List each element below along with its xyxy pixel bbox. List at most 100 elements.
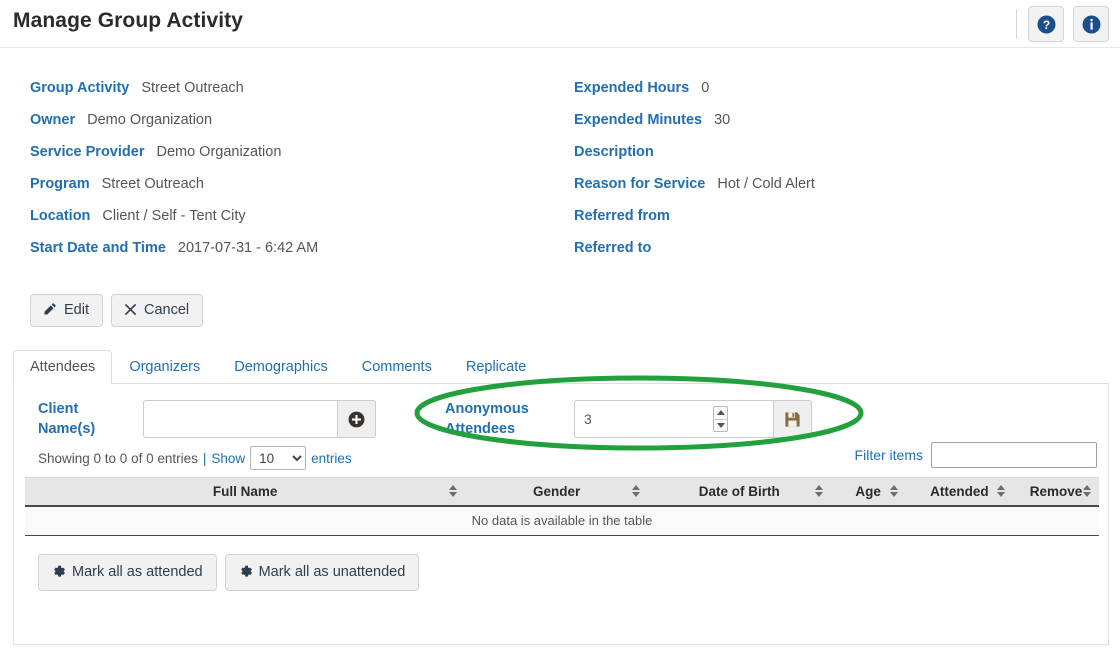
gear-icon	[238, 563, 252, 581]
tab-demographics[interactable]: Demographics	[217, 350, 345, 384]
info-separator: |	[203, 451, 207, 466]
showing-entries-text: Showing 0 to 0 of 0 entries	[38, 451, 198, 466]
column-header-date-of-birth[interactable]: Date of Birth	[648, 478, 831, 506]
column-label: Gender	[471, 484, 642, 499]
gear-icon	[51, 563, 65, 581]
column-header-full-name[interactable]: Full Name	[25, 478, 465, 506]
anonymous-attendees-input-group	[574, 400, 812, 438]
page-root: Manage Group Activity ? Group Activ	[0, 0, 1120, 652]
field-label: Group Activity	[30, 72, 129, 104]
field-value: Demo Organization	[156, 136, 281, 168]
stepper-up[interactable]	[714, 407, 727, 420]
filter-items-input[interactable]	[931, 442, 1097, 468]
column-label: Attended	[912, 484, 1007, 499]
column-header-attended[interactable]: Attended	[906, 478, 1013, 506]
show-label: Show	[211, 451, 245, 466]
tab-attendees[interactable]: Attendees	[13, 350, 112, 384]
field-label: Referred from	[574, 200, 670, 232]
field-value: Client / Self - Tent City	[102, 200, 245, 232]
stepper-down[interactable]	[714, 420, 727, 432]
field-location: Location Client / Self - Tent City	[30, 200, 550, 232]
sort-icon	[449, 485, 457, 497]
svg-text:?: ?	[1042, 18, 1049, 32]
tab-label: Attendees	[30, 359, 95, 375]
field-label: Location	[30, 200, 90, 232]
field-start-date-and-time: Start Date and Time 2017-07-31 - 6:42 AM	[30, 232, 550, 264]
details-right-column: Expended Hours 0 Expended Minutes 30 Des…	[574, 72, 1094, 264]
page-length-select[interactable]: 10 25 50 100	[250, 446, 306, 470]
field-service-provider: Service Provider Demo Organization	[30, 136, 550, 168]
column-label: Full Name	[31, 484, 459, 499]
anonymous-attendees-stepper[interactable]	[713, 406, 728, 432]
mark-all-unattended-button[interactable]: Mark all as unattended	[225, 554, 420, 591]
sort-icon	[815, 485, 823, 497]
field-label: Description	[574, 136, 654, 168]
tab-organizers[interactable]: Organizers	[112, 350, 217, 384]
details-left-column: Group Activity Street Outreach Owner Dem…	[30, 72, 550, 264]
column-label: Remove	[1019, 484, 1093, 499]
field-owner: Owner Demo Organization	[30, 104, 550, 136]
column-header-gender[interactable]: Gender	[465, 478, 648, 506]
tab-list: Attendees Organizers Demographics Commen…	[13, 351, 1109, 384]
add-client-button[interactable]	[338, 400, 376, 438]
cancel-button[interactable]: Cancel	[111, 294, 203, 327]
activity-action-buttons: Edit Cancel	[30, 294, 203, 327]
save-anonymous-attendees-button[interactable]	[774, 400, 812, 438]
column-header-age[interactable]: Age	[831, 478, 906, 506]
field-label: Referred to	[574, 232, 651, 264]
field-value: 0	[701, 72, 709, 104]
client-names-input-group	[143, 400, 376, 438]
field-value: 30	[714, 104, 730, 136]
field-label: Expended Hours	[574, 72, 689, 104]
table-empty-row: No data is available in the table	[25, 506, 1099, 536]
field-description: Description	[574, 136, 1094, 168]
header-actions: ?	[1016, 6, 1109, 42]
datatable-info: Showing 0 to 0 of 0 entries | Show 10 25…	[38, 446, 352, 470]
tab-replicate[interactable]: Replicate	[449, 350, 543, 384]
page-header: Manage Group Activity ?	[0, 0, 1120, 48]
field-label: Reason for Service	[574, 168, 705, 200]
edit-button[interactable]: Edit	[30, 294, 103, 327]
field-label: Program	[30, 168, 90, 200]
field-expended-minutes: Expended Minutes 30	[574, 104, 1094, 136]
client-names-input[interactable]	[143, 400, 338, 438]
column-header-remove[interactable]: Remove	[1013, 478, 1099, 506]
tabs-container: Attendees Organizers Demographics Commen…	[13, 351, 1109, 384]
filter-items-label: Filter items	[855, 447, 923, 463]
attendees-tab-panel: Client Name(s) Anonymous Attendees	[13, 384, 1109, 645]
field-value: Hot / Cold Alert	[717, 168, 815, 200]
anonymous-attendees-label: Anonymous Attendees	[445, 399, 555, 439]
table-body: No data is available in the table	[25, 506, 1099, 536]
mark-buttons-row: Mark all as attended Mark all as unatten…	[38, 554, 419, 591]
tab-label: Comments	[362, 359, 432, 375]
field-program: Program Street Outreach	[30, 168, 550, 200]
tab-label: Replicate	[466, 359, 526, 375]
cancel-button-label: Cancel	[144, 303, 189, 318]
field-value: 2017-07-31 - 6:42 AM	[178, 232, 318, 264]
tab-label: Demographics	[234, 359, 328, 375]
sort-icon	[890, 485, 898, 497]
field-referred-to: Referred to	[574, 232, 1094, 264]
column-label: Date of Birth	[654, 484, 825, 499]
field-group-activity: Group Activity Street Outreach	[30, 72, 550, 104]
attendee-form-row: Client Name(s) Anonymous Attendees	[14, 384, 1110, 438]
anonymous-attendees-input[interactable]	[574, 400, 774, 438]
mark-all-attended-button[interactable]: Mark all as attended	[38, 554, 217, 591]
attendees-table-wrapper: Full Name Gender Date of Birth Age	[25, 477, 1099, 536]
attendees-table: Full Name Gender Date of Birth Age	[25, 477, 1099, 536]
tab-comments[interactable]: Comments	[345, 350, 449, 384]
caret-down-icon	[717, 423, 725, 428]
pencil-icon	[43, 302, 57, 318]
field-label: Start Date and Time	[30, 232, 166, 264]
field-value: Street Outreach	[102, 168, 204, 200]
info-button[interactable]	[1073, 6, 1109, 42]
mark-all-unattended-label: Mark all as unattended	[259, 565, 406, 580]
edit-button-label: Edit	[64, 303, 89, 318]
help-button[interactable]: ?	[1028, 6, 1064, 42]
question-circle-icon: ?	[1037, 15, 1056, 34]
field-value: Demo Organization	[87, 104, 212, 136]
caret-up-icon	[717, 410, 725, 415]
tab-label: Organizers	[129, 359, 200, 375]
header-divider	[1016, 9, 1017, 39]
field-label: Expended Minutes	[574, 104, 702, 136]
